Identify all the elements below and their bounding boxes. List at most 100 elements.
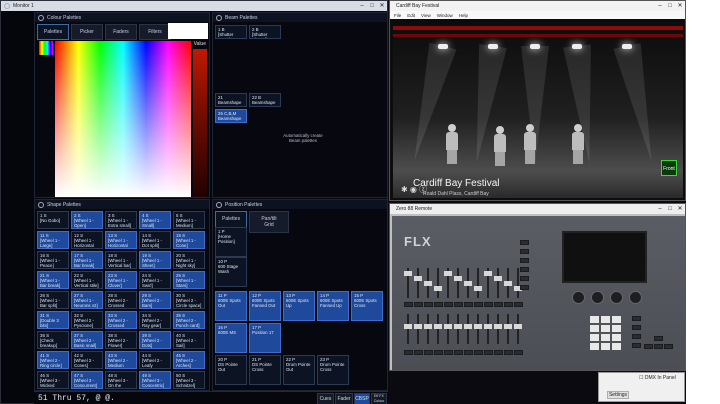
encoder-wheel[interactable] [572,291,585,304]
palette-cell[interactable]: 31 S [Double 3 bits] [37,311,69,329]
maximize-icon[interactable]: □ [665,1,675,11]
menu-window[interactable]: Window [437,13,453,18]
palette-cell[interactable]: 22 P Drum Pointe Out [283,355,315,385]
menu-help[interactable]: Help [459,13,468,18]
palette-cell[interactable]: 14 P 600E Spots Fanned Up [317,291,349,321]
palette-cell[interactable]: 42 S [Wheel 2 - Cones] [71,351,103,369]
monitor-titlebar[interactable]: Monitor 1 – □ ✕ [1,1,387,11]
effect-button[interactable]: Eff FX Colour [371,393,387,404]
playback-fader[interactable] [514,324,522,329]
function-button[interactable] [632,316,641,321]
minimize-icon[interactable]: – [655,1,665,11]
fader-button[interactable] [514,302,523,307]
palette-cell[interactable]: 2 S [Wheel 1 - Open] [71,211,103,229]
cursor-button[interactable] [654,344,663,349]
remote-titlebar[interactable]: Zero 88 Remote – □ ✕ [390,204,685,214]
palette-cell[interactable]: 21 P DS Pointe Cross [249,355,281,385]
palette-cell[interactable]: 38 S [Wheel 2 - Flower] [105,331,137,349]
playback-fader[interactable] [474,286,482,291]
fader-button[interactable] [474,350,483,355]
keypad-button[interactable] [590,343,599,350]
fader-button[interactable] [444,350,453,355]
keypad-button[interactable] [612,343,621,350]
minimize-icon[interactable]: – [655,204,665,214]
palette-cell[interactable]: 36 S [Check breakup] [37,331,69,349]
playback-fader[interactable] [414,324,422,329]
palette-cell[interactable]: 25 S [Wheel 1 - Stars] [173,271,205,289]
playback-fader[interactable] [484,324,492,329]
function-button[interactable] [632,325,641,330]
fader-button[interactable] [514,350,523,355]
cues-button[interactable]: Cues [317,393,334,404]
fader-button[interactable] [404,350,413,355]
palette-cell[interactable]: 20 S [Wheel 1 - Night sky] [173,251,205,269]
palette-cell[interactable]: 24 S [Wheel 1 - Swirl] [139,271,171,289]
fader-button[interactable] [434,302,443,307]
palette-cell[interactable]: 4 S [Wheel 1 - Small] [139,211,171,229]
side-button[interactable] [520,240,529,245]
playback-fader[interactable] [444,271,452,276]
palette-cell[interactable]: 46 S[Wheel 3 - Wicked waves] [37,371,69,389]
palette-cell[interactable]: 26 S [Wheel 1 - Bar split] [37,291,69,309]
playback-fader[interactable] [464,324,472,329]
palette-cell[interactable]: 22 S [Wheel 1 - Vertical stile] [71,271,103,289]
palette-cell[interactable]: 13 S[Wheel 1 - Horizontal bars] [105,231,137,249]
fader-button[interactable] [494,302,503,307]
fader-button[interactable] [504,302,513,307]
palette-cell[interactable]: 13 P 600E Spots Up [283,291,315,321]
palette-cell[interactable]: 35 S [Wheel 2 - Punch card] [173,311,205,329]
playback-fader[interactable] [474,324,482,329]
keypad-button[interactable] [612,316,621,323]
function-button[interactable] [632,334,641,339]
cbsp-button[interactable]: CBSP [354,393,370,404]
palette-cell[interactable]: 30 S [Wheel 2 - Circle space] [173,291,205,309]
palette-cell[interactable]: 22 BBeamshape 22 [249,93,281,107]
tab-picker[interactable]: Picker [71,24,103,40]
palette-cell[interactable]: 23 S [Wheel 1 - Clover] [105,271,137,289]
palette-cell[interactable]: 10 P 600 Stage Wash [215,257,247,287]
gear-icon[interactable] [38,14,44,21]
palette-cell[interactable]: 1 S [No Gobo] [37,211,69,229]
palette-cell[interactable]: 39 S [Wheel 2 - Dots] [139,331,171,349]
palette-cell[interactable]: 20 P DS Pointe Out [215,355,247,385]
palette-cell[interactable]: 37 S [Wheel 2 - Basic snail] [71,331,103,349]
tab-palettes[interactable]: Palettes [37,24,69,40]
palette-cell[interactable]: 49 S [Wheel 3 - Concentric] [139,371,171,389]
palette-cell[interactable]: 45 S [Wheel 2 - Arches] [173,351,205,369]
palette-cell[interactable]: 5 S [Wheel 1 - Medium] [173,211,205,229]
maximize-icon[interactable]: □ [367,1,377,11]
maximize-icon[interactable]: □ [665,204,675,214]
minimize-icon[interactable]: – [357,1,367,11]
colour-picker[interactable] [55,41,191,197]
palette-cell[interactable]: 21Beamshape 21 [215,93,247,107]
encoder-wheel[interactable] [610,291,623,304]
palette-cell[interactable]: 2 B[Shutter Closed] [249,25,281,39]
close-icon[interactable]: ✕ [377,1,387,11]
palette-cell[interactable]: 15 S [Wheel 1 - Cone] [173,231,205,249]
gear-icon[interactable] [216,14,222,21]
side-button[interactable] [520,285,529,290]
keypad-button[interactable] [612,334,621,341]
palette-cell[interactable]: 44 S[Wheel 2 - Leafy breakup] [139,351,171,369]
encoder-wheel[interactable] [591,291,604,304]
fader-button[interactable] [464,302,473,307]
palette-cell[interactable]: 26 C,B,MBeamshape 26 [215,109,247,123]
menu-view[interactable]: View [421,13,431,18]
cursor-button[interactable] [664,344,673,349]
visualiser-titlebar[interactable]: Cardiff Bay Festival – □ ✕ [390,1,685,11]
playback-fader[interactable] [494,276,502,281]
encoder-wheel[interactable] [629,291,642,304]
palette-cell[interactable]: 27 S [Wheel 1 - Neurons v2] [71,291,103,309]
playback-fader[interactable] [454,276,462,281]
playback-fader[interactable] [434,324,442,329]
side-button[interactable] [520,276,529,281]
palette-cell[interactable]: 16 P 600E MS [215,323,247,353]
palette-cell[interactable]: 17 S [Wheel 1 - Bar break] [71,251,103,269]
fader-button[interactable] [414,350,423,355]
tab-faders[interactable]: Faders [105,24,137,40]
palette-cell[interactable]: 21 S [Wheel 1 - Bar break] [37,271,69,289]
keypad-button[interactable] [590,325,599,332]
close-icon[interactable]: ✕ [675,204,685,214]
palette-cell[interactable]: 43 S[Wheel 2 - Medium circle] [105,351,137,369]
palette-cell[interactable]: 11 S [Wheel 1 - Large] [37,231,69,249]
